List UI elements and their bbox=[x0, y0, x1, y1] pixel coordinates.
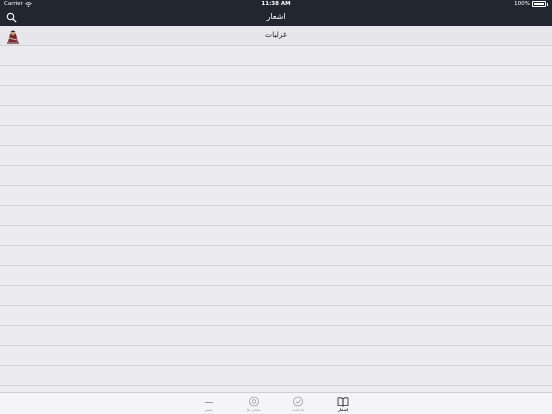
notes-icon bbox=[293, 396, 303, 407]
list-row bbox=[0, 146, 552, 166]
list-row bbox=[0, 66, 552, 86]
status-right: 100% bbox=[514, 1, 548, 7]
tab-favorites[interactable]: منتخب ها bbox=[234, 396, 274, 412]
tab-notes[interactable]: یادداشت bbox=[278, 396, 318, 412]
book-icon bbox=[337, 397, 349, 407]
tab-label: یادداشت bbox=[291, 408, 305, 412]
list-row bbox=[0, 206, 552, 226]
list-row bbox=[0, 86, 552, 106]
tab-label: بیشتر bbox=[204, 408, 214, 412]
list-row bbox=[0, 46, 552, 66]
list-row bbox=[0, 346, 552, 366]
battery-tip bbox=[546, 2, 548, 6]
battery-icon bbox=[531, 1, 546, 7]
list-row bbox=[0, 226, 552, 246]
list-row bbox=[0, 186, 552, 206]
favorites-icon bbox=[249, 396, 259, 407]
status-time: 11:38 AM bbox=[261, 1, 291, 7]
tab-label: اشعار bbox=[337, 408, 349, 412]
list-row bbox=[0, 266, 552, 286]
tab-poems[interactable]: اشعار bbox=[323, 396, 363, 412]
more-icon bbox=[205, 402, 213, 403]
status-bar: Carrier 11:38 AM 100% bbox=[0, 0, 552, 9]
battery-percent: 100% bbox=[514, 1, 530, 7]
list-row bbox=[0, 106, 552, 126]
list-row bbox=[0, 246, 552, 266]
tab-label: منتخب ها bbox=[246, 408, 262, 412]
list-row bbox=[0, 286, 552, 306]
list-item-label: غزلیات bbox=[265, 30, 287, 39]
navigation-bar: اشعار bbox=[0, 9, 552, 26]
list-row bbox=[0, 326, 552, 346]
tab-more[interactable]: بیشتر bbox=[189, 396, 229, 412]
poem-list: غزلیات bbox=[0, 26, 552, 392]
list-row bbox=[0, 366, 552, 386]
list-row bbox=[0, 166, 552, 186]
list-row bbox=[0, 306, 552, 326]
tab-bar: بیشتر منتخب ها یادداشت اشعار bbox=[0, 392, 552, 414]
list-row bbox=[0, 126, 552, 146]
list-item-ghazaliyat[interactable]: غزلیات bbox=[0, 26, 552, 46]
page-title: اشعار bbox=[266, 12, 286, 21]
